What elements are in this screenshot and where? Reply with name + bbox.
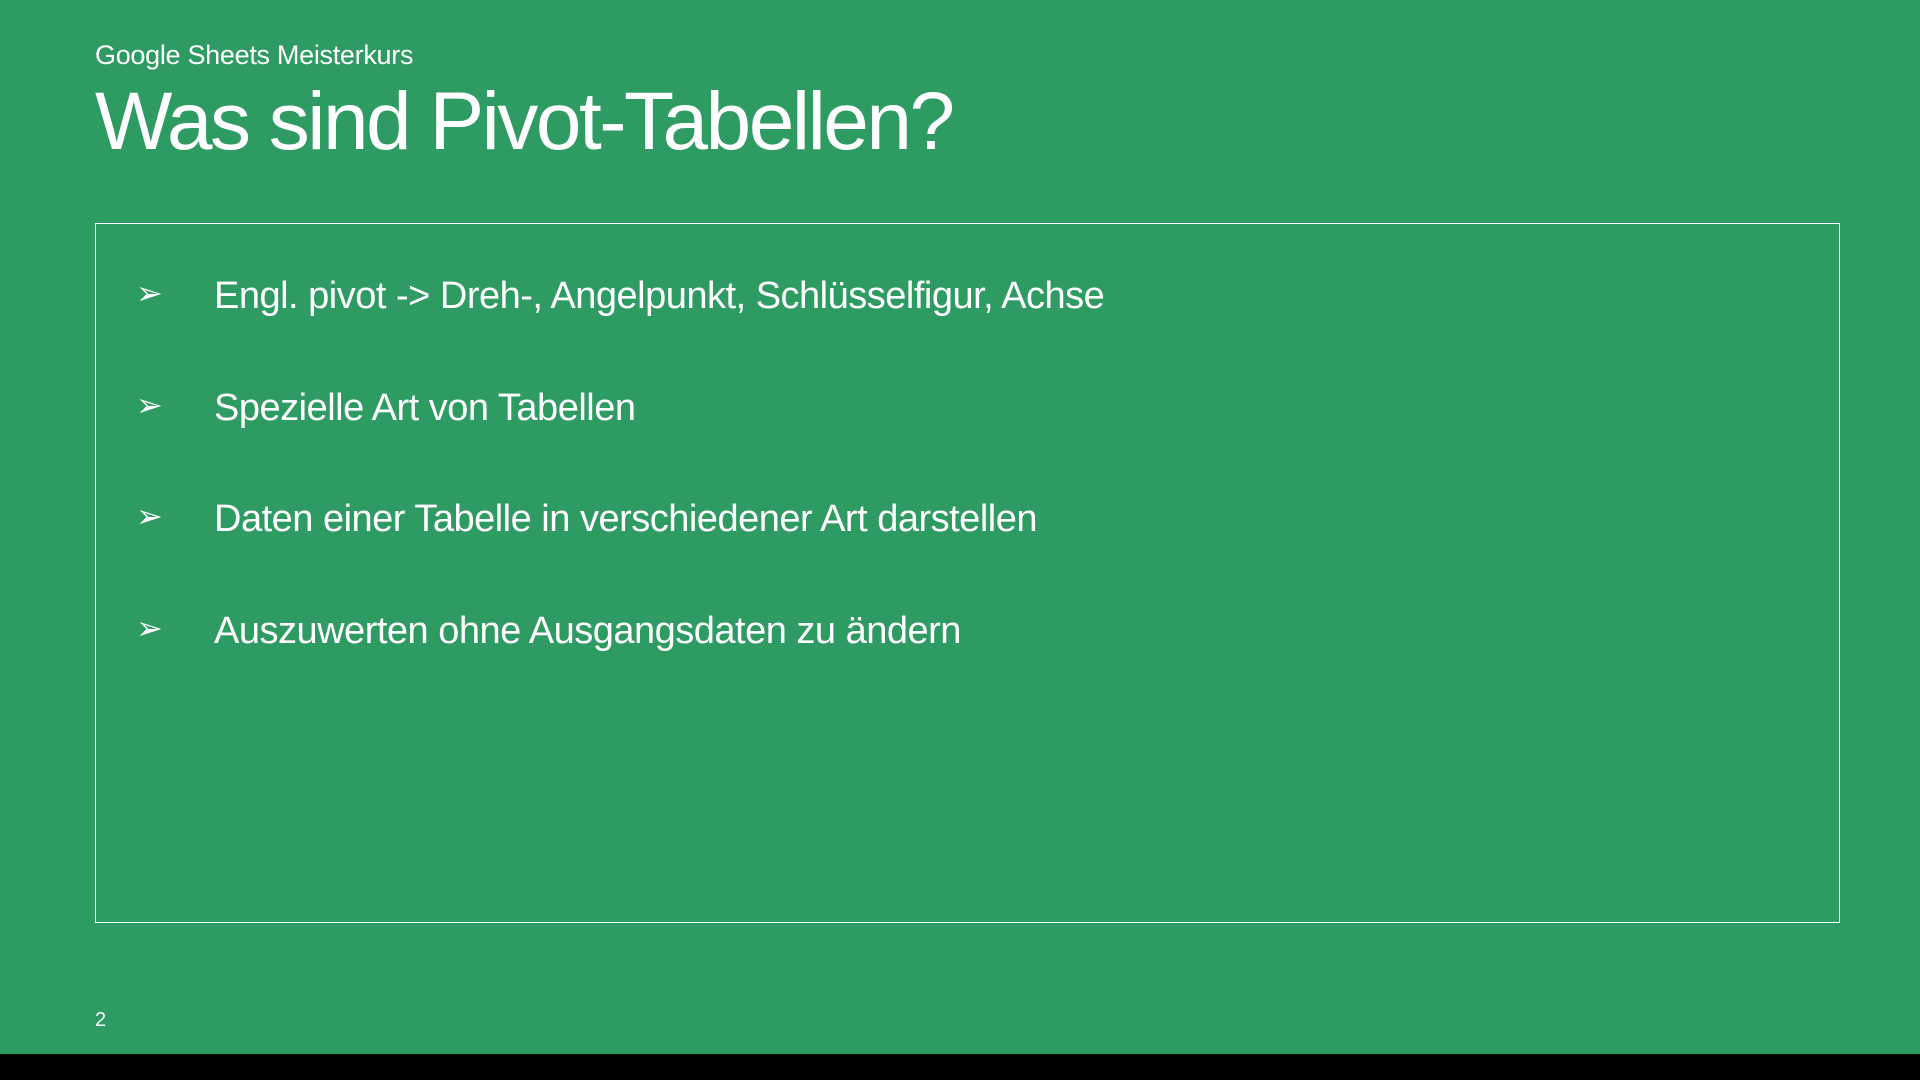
bullet-text: Daten einer Tabelle in verschiedener Art… xyxy=(214,497,1037,543)
page-number: 2 xyxy=(95,1009,106,1032)
list-item: ➢ Daten einer Tabelle in verschiedener A… xyxy=(126,497,1784,543)
bullet-icon: ➢ xyxy=(136,274,164,312)
bullet-icon: ➢ xyxy=(136,609,164,647)
bullet-text: Auszuwerten ohne Ausgangsdaten zu ändern xyxy=(214,609,961,655)
bullet-icon: ➢ xyxy=(136,497,164,535)
content-box: ➢ Engl. pivot -> Dreh-, Angelpunkt, Schl… xyxy=(95,223,1840,923)
list-item: ➢ Spezielle Art von Tabellen xyxy=(126,386,1784,432)
bullet-text: Engl. pivot -> Dreh-, Angelpunkt, Schlüs… xyxy=(214,274,1104,320)
list-item: ➢ Engl. pivot -> Dreh-, Angelpunkt, Schl… xyxy=(126,274,1784,320)
slide: Google Sheets Meisterkurs Was sind Pivot… xyxy=(0,0,1920,1054)
bullet-text: Spezielle Art von Tabellen xyxy=(214,386,635,432)
slide-subtitle: Google Sheets Meisterkurs xyxy=(95,40,1840,71)
slide-title: Was sind Pivot-Tabellen? xyxy=(95,81,1840,163)
bottom-bar xyxy=(0,1054,1920,1080)
list-item: ➢ Auszuwerten ohne Ausgangsdaten zu ände… xyxy=(126,609,1784,655)
bullet-icon: ➢ xyxy=(136,386,164,424)
